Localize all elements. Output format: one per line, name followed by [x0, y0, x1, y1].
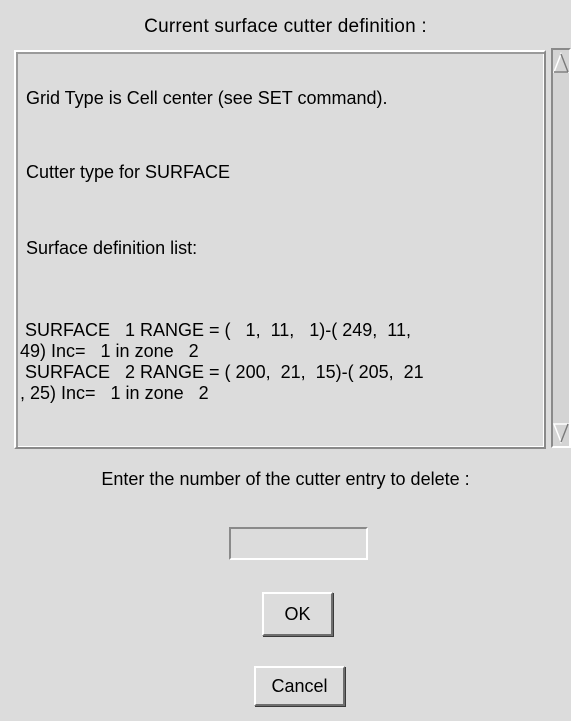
surface-1-line-a: SURFACE 1 RANGE = ( 1, 11, 1)-( 249, 11, — [20, 320, 411, 340]
surface-list-heading: Surface definition list: — [26, 238, 198, 258]
delete-prompt: Enter the number of the cutter entry to … — [101, 469, 470, 489]
text-scrollbar[interactable] — [551, 48, 571, 448]
cutter-type-line: Cutter type for SURFACE — [26, 162, 231, 182]
surface-2-line-a: SURFACE 2 RANGE = ( 200, 21, 15)-( 205, … — [20, 362, 424, 382]
scroll-down-arrow-icon[interactable] — [553, 420, 569, 444]
surface-2-line-b: , 25) Inc= 1 in zone 2 — [20, 383, 209, 403]
surface-1-line-b: 49) Inc= 1 in zone 2 — [20, 341, 199, 361]
definition-text-pane[interactable]: Grid Type is Cell center (see SET comman… — [14, 50, 546, 449]
ok-button[interactable]: OK — [262, 592, 333, 636]
dialog-title: Current surface cutter definition : — [144, 16, 427, 37]
grid-type-line: Grid Type is Cell center (see SET comman… — [26, 88, 388, 108]
cutter-number-input[interactable] — [229, 527, 368, 560]
scroll-up-arrow-icon[interactable] — [553, 52, 569, 76]
cutter-dialog: Current surface cutter definition : Grid… — [0, 0, 571, 721]
cancel-button[interactable]: Cancel — [254, 666, 345, 706]
